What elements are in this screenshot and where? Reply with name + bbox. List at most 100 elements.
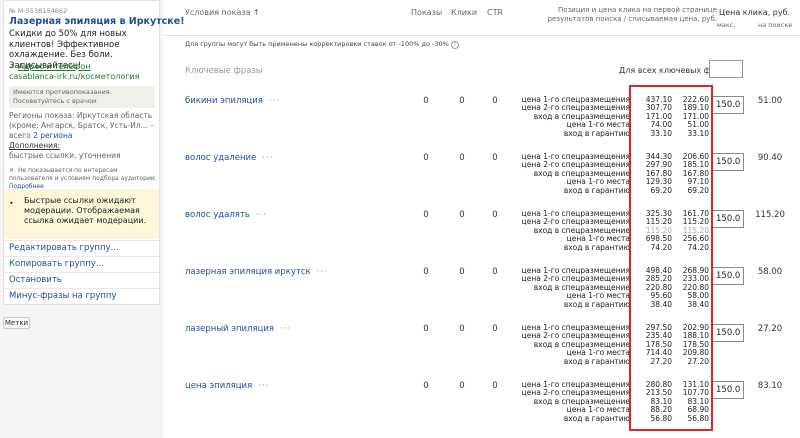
bid-adjustment-text: Для группы могут быть применены корректи… xyxy=(185,40,449,48)
shows-value: 0 xyxy=(423,324,429,334)
search-price-value: 115.20 xyxy=(755,210,785,220)
region-link[interactable]: 2 региона xyxy=(33,131,72,140)
shows-value: 0 xyxy=(423,210,429,220)
keyword-phrase[interactable]: лазерная эпиляция иркутск ··· xyxy=(185,267,328,277)
keyword-phrase[interactable]: волос удалять ··· xyxy=(185,210,267,220)
position-label: вход в гарантию xyxy=(563,185,630,195)
region-info: Регионы показа: Иркутская область (кроме… xyxy=(9,111,159,141)
not-shown-text: Не показывается по интересам пользовател… xyxy=(9,167,157,182)
position-labels: цена 1-го спецразмещения цена 2-го спецра… xyxy=(510,323,630,366)
header-max: макс. xyxy=(717,21,736,29)
keyword-text: лазерный эпиляция xyxy=(185,324,274,334)
ad-sidebar: № M-5538154662 Лазерная эпиляция в Иркут… xyxy=(0,0,185,438)
more-icon[interactable]: ··· xyxy=(262,153,273,163)
shows-value: 0 xyxy=(423,381,429,391)
not-shown-notice: ✕ Не показывается по интересам пользоват… xyxy=(9,167,161,191)
header-divider xyxy=(164,35,800,36)
shows-value: 0 xyxy=(423,267,429,277)
warning-box: Имеются противопоказания. Посоветуйтесь … xyxy=(9,86,155,108)
highlight-frame xyxy=(629,85,713,431)
max-bid-input[interactable]: 150.0 xyxy=(711,267,744,285)
position-label: вход в гарантию xyxy=(563,128,630,138)
ctr-value: 0 xyxy=(492,324,498,334)
position-labels: цена 1-го спецразмещения цена 2-го спецра… xyxy=(510,95,630,138)
clicks-value: 0 xyxy=(459,267,465,277)
header-click-price: Цена клика, руб. xyxy=(719,8,791,17)
all-phrases-bid-input[interactable] xyxy=(709,60,743,78)
header-clicks[interactable]: Клики xyxy=(451,8,477,17)
ctr-value: 0 xyxy=(492,153,498,163)
clicks-value: 0 xyxy=(459,381,465,391)
extras-info: Дополнения: быстрые ссылки, уточнения xyxy=(9,141,159,161)
address-link-label: Адрес и телефон xyxy=(18,62,91,71)
max-bid-input[interactable]: 150.0 xyxy=(711,153,744,171)
keyword-text: цена эпиляция xyxy=(185,381,253,391)
max-bid-input[interactable]: 150.0 xyxy=(711,381,744,399)
help-icon[interactable]: ? xyxy=(450,41,459,49)
position-labels: цена 1-го спецразмещения цена 2-го спецра… xyxy=(510,152,630,195)
max-bid-input[interactable]: 150.0 xyxy=(711,210,744,228)
minus-phrases-link[interactable]: Минус-фразы на группу xyxy=(4,288,159,303)
bid-adjustment-note: Для группы могут быть применены корректи… xyxy=(185,40,459,49)
search-price-value: 58.00 xyxy=(757,267,783,277)
keyword-text: бикини эпиляция xyxy=(185,96,263,106)
more-icon[interactable]: ··· xyxy=(269,96,280,106)
more-icon[interactable]: ··· xyxy=(280,324,291,334)
ctr-value: 0 xyxy=(492,210,498,220)
ad-id: № M-5538154662 xyxy=(9,7,68,15)
copy-group-link[interactable]: Копировать группу... xyxy=(4,256,159,271)
check-icon: ✓ xyxy=(9,62,16,71)
search-price-value: 51.00 xyxy=(757,96,783,106)
bullet-icon: • xyxy=(9,199,14,208)
stop-link[interactable]: Остановить xyxy=(4,272,159,287)
region-text: Регионы показа: Иркутская область (кроме… xyxy=(9,111,154,140)
max-bid-input[interactable]: 150.0 xyxy=(711,96,744,114)
more-icon[interactable]: ··· xyxy=(258,381,269,391)
position-label: вход в гарантию xyxy=(563,242,630,252)
shows-value: 0 xyxy=(423,96,429,106)
ad-domain: casablanca-irk.ru/косметология xyxy=(9,72,140,81)
extras-label: Дополнения: xyxy=(9,141,61,150)
position-labels: цена 1-го спецразмещения цена 2-го спецра… xyxy=(510,380,630,423)
more-icon[interactable]: ··· xyxy=(317,267,328,277)
search-price-value: 27.20 xyxy=(757,324,783,334)
ad-card: № M-5538154662 Лазерная эпиляция в Иркут… xyxy=(3,0,185,305)
extras-value: быстрые ссылки, уточнения xyxy=(9,151,121,160)
clicks-value: 0 xyxy=(459,210,465,220)
keyword-phrase[interactable]: бикини эпиляция ··· xyxy=(185,96,280,106)
ad-title[interactable]: Лазерная эпиляция в Иркутске! xyxy=(9,16,185,27)
header-ctr[interactable]: CTR xyxy=(487,8,503,17)
moderation-text: Быстрые ссылки ожидают модерации. Отобра… xyxy=(24,196,147,225)
max-bid-input[interactable]: 150.0 xyxy=(711,324,744,342)
keyword-phrase[interactable]: волос удаление ··· xyxy=(185,153,273,163)
header-shows[interactable]: Показы xyxy=(411,8,442,17)
keyphrases-label: Ключевые фразы xyxy=(185,66,263,76)
position-labels: цена 1-го спецразмещения цена 2-го спецра… xyxy=(510,209,630,252)
edit-group-link[interactable]: Редактировать группу... xyxy=(4,240,159,255)
keyword-phrase[interactable]: цена эпиляция ··· xyxy=(185,381,269,391)
cross-icon: ✕ xyxy=(9,167,15,174)
keyword-text: волос удалять xyxy=(185,210,250,220)
keyword-text: волос удаление xyxy=(185,153,257,163)
header-position-price: Позиция и цена клика на первой странице … xyxy=(547,6,717,23)
clicks-value: 0 xyxy=(459,96,465,106)
position-label: вход в гарантию xyxy=(563,413,630,423)
clicks-value: 0 xyxy=(459,153,465,163)
ctr-value: 0 xyxy=(492,96,498,106)
tags-button[interactable]: Метки xyxy=(3,317,30,329)
position-label: вход в гарантию xyxy=(563,356,630,366)
clicks-value: 0 xyxy=(459,324,465,334)
shows-value: 0 xyxy=(423,153,429,163)
more-icon[interactable]: ··· xyxy=(256,210,267,220)
position-labels: цена 1-го спецразмещения цена 2-го спецра… xyxy=(510,266,630,309)
search-price-value: 90.40 xyxy=(757,153,783,163)
keyword-text: лазерная эпиляция иркутск xyxy=(185,267,311,277)
header-on-search: на поиске xyxy=(758,21,793,29)
address-link[interactable]: ✓ Адрес и телефон xyxy=(9,62,91,71)
keyword-phrase[interactable]: лазерный эпиляция ··· xyxy=(185,324,291,334)
header-conditions[interactable]: Условия показа ↑ xyxy=(185,8,260,17)
phrases-table: Условия показа ↑ Показы Клики CTR Позици… xyxy=(164,0,800,438)
moderation-notice: • Быстрые ссылки ожидают модерации. Отоб… xyxy=(4,189,159,239)
search-price-value: 83.10 xyxy=(757,381,783,391)
ctr-value: 0 xyxy=(492,381,498,391)
